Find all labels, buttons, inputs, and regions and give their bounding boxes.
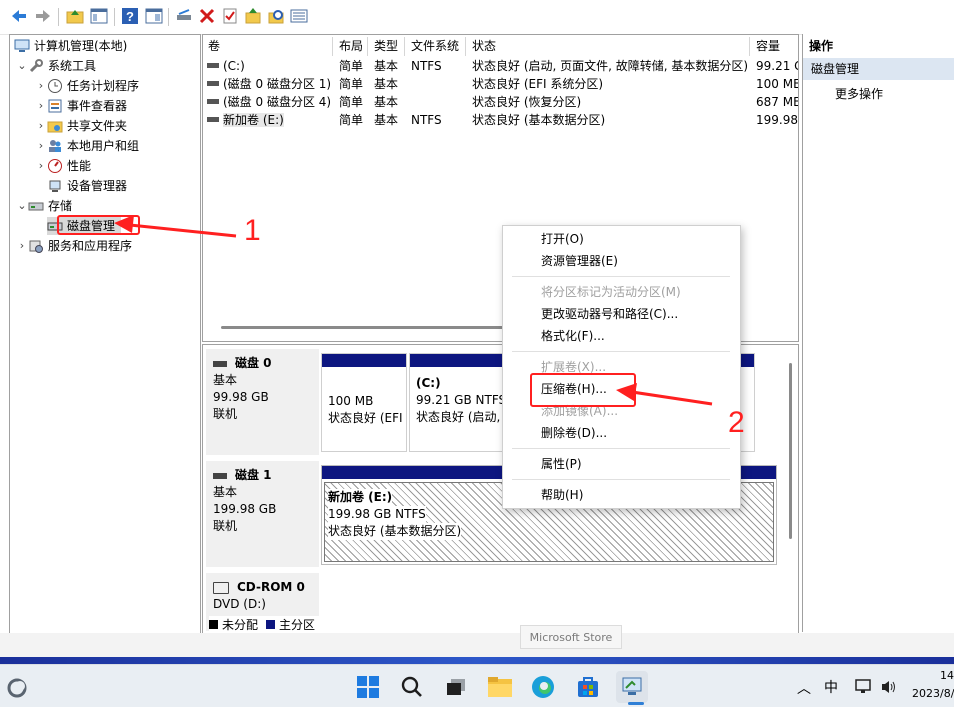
taskbar: ︿ 中 14: 2023/8/ (0, 664, 954, 707)
clock-date[interactable]: 2023/8/ (912, 687, 954, 700)
weather-icon[interactable] (6, 677, 28, 702)
edge-icon[interactable] (531, 675, 555, 702)
computer-management-icon[interactable] (620, 675, 644, 702)
start-icon[interactable] (356, 675, 380, 702)
chevron-up-icon[interactable]: ︿ (797, 678, 811, 698)
network-icon[interactable] (855, 679, 873, 698)
annotation-number-2: 2 (728, 406, 745, 439)
taskbar-tooltip: Microsoft Store (520, 625, 622, 649)
task-view-icon[interactable] (444, 675, 468, 702)
annotation-number-1: 1 (244, 214, 261, 247)
annotation-arrows (114, 215, 713, 406)
speaker-icon[interactable] (880, 679, 898, 698)
search-icon[interactable] (400, 675, 424, 702)
active-indicator (628, 702, 644, 705)
store-icon[interactable] (576, 675, 600, 702)
desktop-wallpaper-edge (0, 657, 954, 664)
file-explorer-icon[interactable] (487, 675, 513, 702)
ime-indicator[interactable]: 中 (824, 677, 838, 697)
clock-time[interactable]: 14: (940, 669, 954, 682)
